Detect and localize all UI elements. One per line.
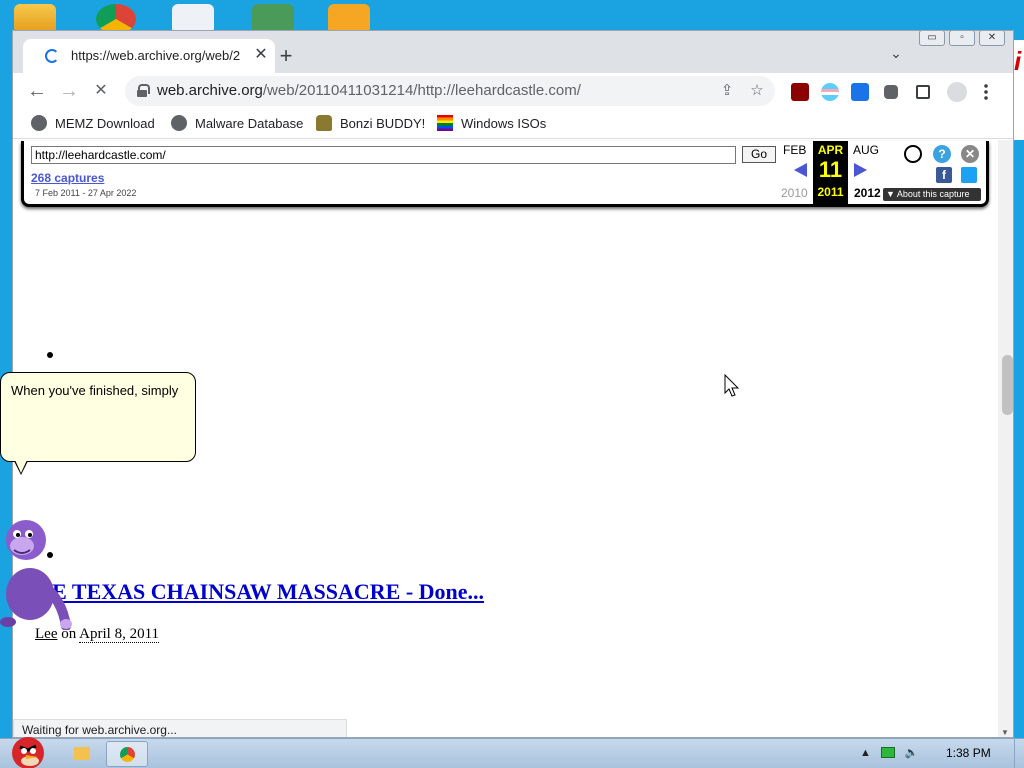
mouse-cursor-icon	[724, 374, 740, 397]
chrome-icon	[120, 747, 135, 762]
bookmark-label: Malware Database	[195, 115, 304, 131]
volume-icon[interactable]: 🔈	[905, 746, 919, 759]
back-button[interactable]: ←	[25, 79, 49, 103]
rainbow-flag-icon	[437, 115, 453, 131]
bookmark-star-icon[interactable]: ☆	[747, 81, 767, 101]
bonzi-icon	[316, 115, 332, 131]
address-bar[interactable]: web.archive.org/web/20110411031214/http:…	[125, 76, 775, 106]
post-date: April 8, 2011	[79, 626, 160, 643]
globe-icon	[171, 115, 187, 131]
folder-icon	[74, 747, 90, 760]
tab-title: https://web.archive.org/web/2	[71, 48, 241, 63]
page-scrollbar[interactable]: ▼	[998, 140, 1013, 737]
url-path: /web/20110411031214/http://leehardcastle…	[262, 82, 581, 99]
close-toolbar-icon[interactable]: ✕	[961, 145, 979, 163]
tab-strip: https://web.archive.org/web/2 ✕ + ⌄ ▭ ▫ …	[13, 31, 1013, 73]
prev-month-link[interactable]: FEB	[783, 143, 806, 157]
capture-range: 7 Feb 2011 - 27 Apr 2022	[35, 188, 137, 198]
window-controls: ▭ ▫ ✕	[919, 31, 1005, 46]
current-day: 11	[818, 157, 843, 182]
account-icon[interactable]	[904, 145, 922, 163]
new-tab-button[interactable]: +	[275, 45, 297, 67]
help-icon[interactable]: ?	[933, 145, 951, 163]
tab-active[interactable]: https://web.archive.org/web/2 ✕	[23, 39, 275, 73]
tab-close-icon[interactable]: ✕	[251, 45, 271, 65]
balloon-tail	[14, 460, 28, 475]
next-year-link[interactable]: 2012	[854, 186, 881, 200]
address-url[interactable]: web.archive.org/web/20110411031214/http:…	[157, 82, 581, 99]
extensions-puzzle-icon[interactable]	[884, 85, 898, 99]
bookmark-windows-isos[interactable]: Windows ISOs	[437, 115, 546, 131]
share-icon[interactable]: ⇪	[717, 81, 737, 101]
about-this-capture-button[interactable]: ▼ About this capture	[883, 188, 981, 201]
current-year: 2011	[817, 185, 844, 199]
network-icon[interactable]	[880, 747, 895, 758]
taskbar-chrome-button[interactable]	[106, 741, 148, 767]
next-month-link[interactable]: AUG	[853, 143, 879, 157]
url-host: web.archive.org	[157, 82, 263, 99]
bookmark-malware-database[interactable]: Malware Database	[171, 115, 303, 131]
bookmark-label: MEMZ Download	[55, 115, 155, 131]
wayback-toolbar: http://leehardcastle.com/ Go 268 capture…	[21, 141, 989, 207]
bonzi-buddy-character[interactable]	[0, 516, 76, 630]
facebook-icon[interactable]: f	[936, 167, 952, 183]
current-month: APR	[817, 143, 844, 157]
bookmark-label: Bonzi BUDDY!	[340, 115, 426, 131]
hi-extension-icon[interactable]	[851, 83, 869, 101]
show-desktop-button[interactable]	[1014, 739, 1024, 768]
prev-year: 2010	[781, 186, 808, 200]
taskbar-explorer-button[interactable]	[60, 741, 102, 767]
captures-link[interactable]: 268 captures	[31, 171, 104, 185]
taskbar-clock[interactable]: 1:38 PM	[946, 746, 991, 760]
side-panel-icon[interactable]	[916, 85, 930, 99]
lock-icon[interactable]	[137, 84, 150, 97]
tray-expand-icon[interactable]: ▲	[860, 747, 871, 759]
bonzi-speech-balloon[interactable]: When you've finished, simply	[0, 372, 196, 462]
minimize-button[interactable]: ▭	[919, 31, 945, 46]
forward-button[interactable]: →	[57, 79, 81, 103]
loading-spinner-icon	[45, 49, 59, 63]
prev-capture-arrow-icon[interactable]	[794, 163, 807, 177]
close-window-button[interactable]: ✕	[979, 31, 1005, 46]
scroll-down-arrow-icon[interactable]: ▼	[1001, 728, 1009, 737]
start-button-angry-bird-icon[interactable]	[4, 731, 48, 768]
system-tray: ▲ 🔈	[860, 746, 919, 760]
status-bubble: Waiting for web.archive.org...	[13, 719, 347, 737]
profile-avatar-icon[interactable]	[947, 82, 967, 102]
tab-search-icon[interactable]: ⌄	[887, 45, 905, 63]
next-capture-arrow-icon[interactable]	[854, 163, 867, 177]
ublock-extension-icon[interactable]	[791, 83, 809, 101]
wayback-url-input[interactable]: http://leehardcastle.com/	[31, 146, 736, 164]
globe-icon	[31, 115, 47, 131]
browser-toolbar: ← → ✕ web.archive.org/web/20110411031214…	[13, 73, 1013, 109]
list-bullet	[47, 352, 53, 358]
stop-loading-button[interactable]: ✕	[89, 79, 113, 103]
current-capture-date: APR 11 2011	[813, 141, 848, 204]
chrome-menu-icon[interactable]	[983, 83, 989, 101]
wayback-go-button[interactable]: Go	[742, 146, 776, 163]
bookmark-label: Windows ISOs	[461, 115, 547, 131]
bookmarks-bar: MEMZ Download Malware Database Bonzi BUD…	[13, 109, 1013, 139]
bookmark-bonzi-buddy[interactable]: Bonzi BUDDY!	[316, 115, 425, 131]
taskbar: ▲ 🔈 1:38 PM	[0, 737, 1024, 768]
bookmark-memz[interactable]: MEMZ Download	[31, 115, 155, 131]
pride-extension-icon[interactable]	[821, 83, 839, 101]
twitter-icon[interactable]	[961, 167, 977, 183]
post-title-link[interactable]: HE TEXAS CHAINSAW MASSACRE - Done...	[35, 579, 484, 605]
restore-button[interactable]: ▫	[949, 31, 975, 46]
scrollbar-thumb[interactable]	[1002, 355, 1013, 415]
